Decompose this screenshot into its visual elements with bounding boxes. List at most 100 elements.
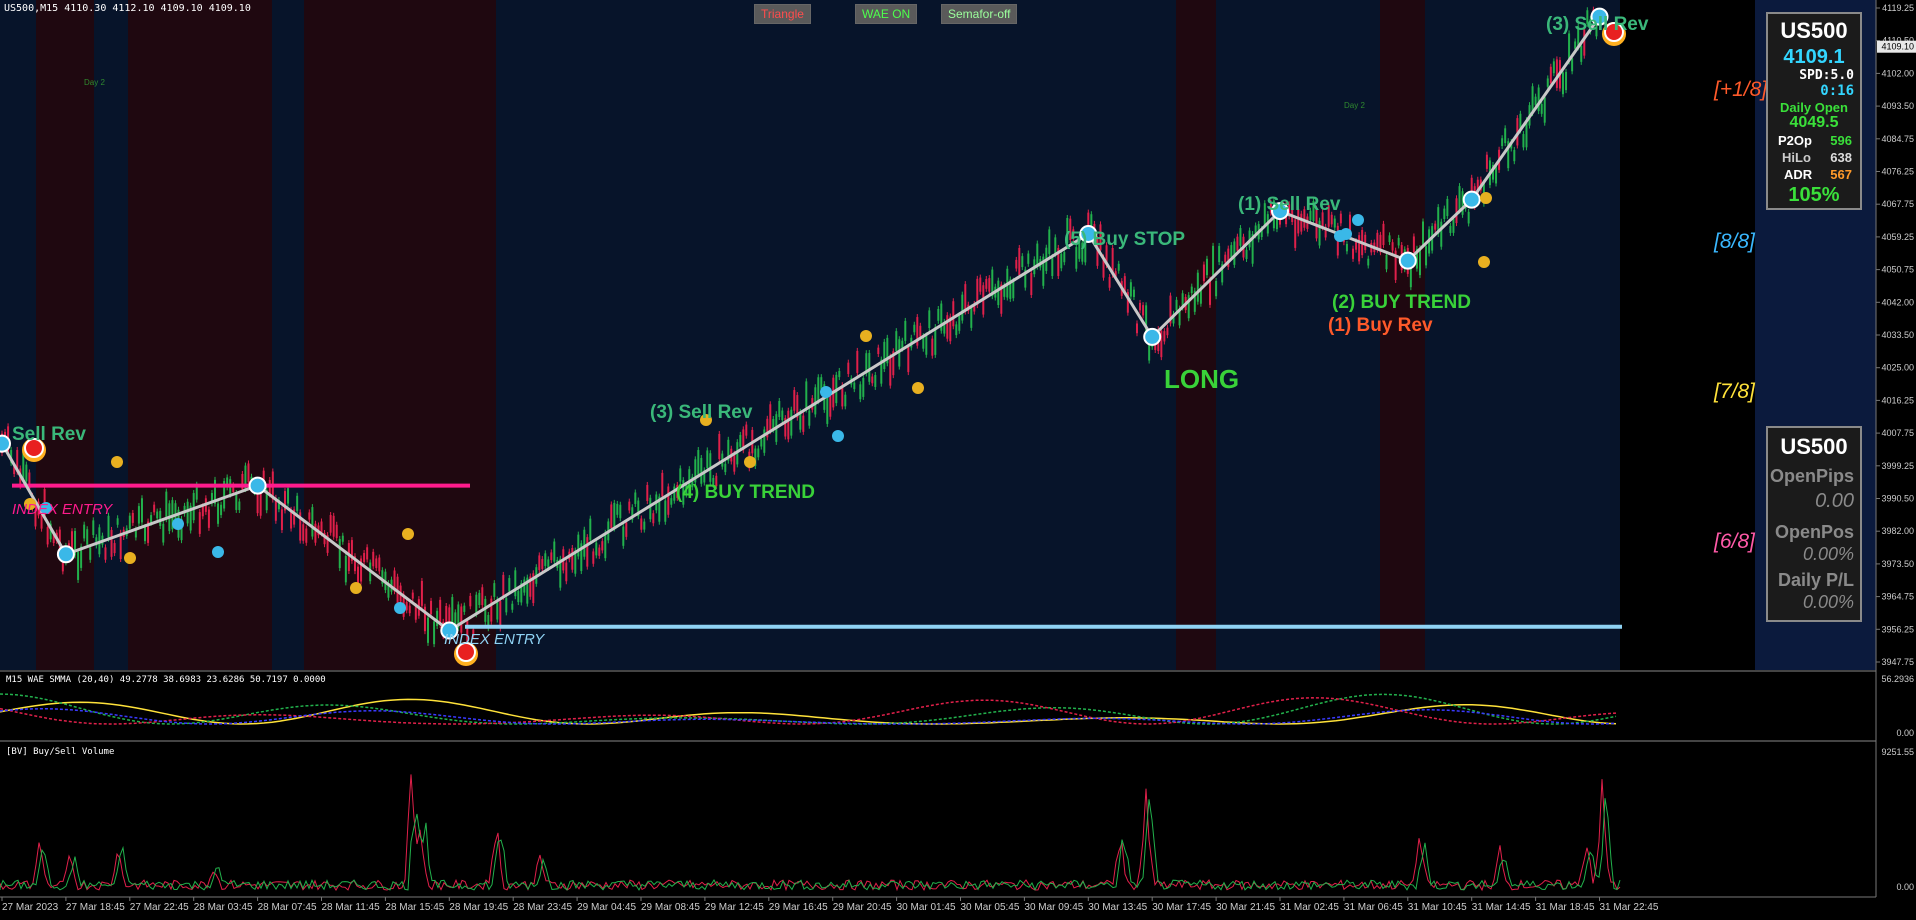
candle-body xyxy=(329,514,332,533)
candle-body xyxy=(988,278,991,292)
candle-body xyxy=(378,557,381,572)
semafor-dot xyxy=(212,546,224,558)
candle-body xyxy=(314,523,317,543)
semafor-dot xyxy=(124,552,136,564)
candle-body xyxy=(1385,254,1388,270)
candle-body xyxy=(454,612,457,625)
candle-body xyxy=(895,331,898,352)
candle-body xyxy=(1048,229,1051,254)
time-tick-label: 30 Mar 17:45 xyxy=(1152,902,1211,913)
panel-adr-value: 567 xyxy=(1830,167,1852,182)
candle-body xyxy=(1504,128,1507,144)
candle-body xyxy=(1434,223,1437,230)
candle-body xyxy=(1027,253,1030,264)
candle-body xyxy=(1075,247,1078,269)
candle-body xyxy=(1218,246,1221,263)
session-band xyxy=(94,0,128,670)
wae-header: M15 WAE SMMA (20,40) 49.2778 38.6983 23.… xyxy=(6,675,326,685)
candle-body xyxy=(934,327,937,355)
time-tick-label: 28 Mar 19:45 xyxy=(449,902,508,913)
candle-body xyxy=(1418,248,1421,276)
candle-body xyxy=(889,356,892,386)
candle-body xyxy=(363,553,366,562)
candle-body xyxy=(919,325,922,337)
candle-body xyxy=(113,543,116,554)
price-tick-label: 3973.50 xyxy=(1881,559,1914,569)
wae-button[interactable]: WAE ON xyxy=(855,4,918,24)
session-band xyxy=(496,0,1176,670)
semafor-dot xyxy=(820,386,832,398)
price-tick-label: 4007.75 xyxy=(1881,428,1914,438)
candle-body xyxy=(592,551,595,564)
semafor-button[interactable]: Semafor-off xyxy=(941,4,1018,24)
open-pips-label: OpenPips xyxy=(1769,466,1854,486)
candle-body xyxy=(107,515,110,539)
session-band xyxy=(1176,0,1216,670)
candle-body xyxy=(628,501,631,511)
candle-body xyxy=(1209,279,1212,305)
triangle-button[interactable]: Triangle xyxy=(754,4,811,24)
candle-body xyxy=(1163,331,1166,342)
murrey-label: [8/8] xyxy=(1713,230,1756,253)
candle-body xyxy=(1461,191,1464,215)
candle-body xyxy=(499,601,502,629)
price-tick-label: 3947.75 xyxy=(1881,657,1914,667)
semafor-dot xyxy=(1480,192,1492,204)
panel-hilo-value: 638 xyxy=(1830,150,1852,165)
volume-axis-bottom: 0.00 xyxy=(1896,882,1914,892)
price-tick-label: 4033.50 xyxy=(1881,330,1914,340)
candle-body xyxy=(925,335,928,355)
candle-body xyxy=(1446,198,1449,217)
time-tick-label: 30 Mar 01:45 xyxy=(897,902,956,913)
wae-bull-line xyxy=(0,693,1617,725)
price-tick-label: 3956.25 xyxy=(1881,624,1914,634)
price-tick-label: 3999.25 xyxy=(1881,461,1914,471)
candle-body xyxy=(287,488,290,504)
candle-body xyxy=(137,506,140,524)
price-tick-label: 4076.25 xyxy=(1881,167,1914,177)
candle-body xyxy=(862,378,865,397)
label-buy-rev-1: (1) Buy Rev xyxy=(1328,315,1433,336)
candle-body xyxy=(128,515,131,529)
candle-body xyxy=(1212,245,1215,276)
candle-body xyxy=(1339,213,1342,224)
candle-body xyxy=(511,603,514,610)
candle-body xyxy=(481,587,484,606)
candle-body xyxy=(408,605,411,614)
candle-body xyxy=(517,591,520,603)
label-sell-rev-left: Sell Rev xyxy=(12,424,86,445)
price-tick-label: 4050.75 xyxy=(1881,265,1914,275)
candle-body xyxy=(1021,256,1024,268)
candle-body xyxy=(577,534,580,557)
time-tick-label: 31 Mar 10:45 xyxy=(1408,902,1467,913)
time-tick-label: 30 Mar 09:45 xyxy=(1024,902,1083,913)
candle-body xyxy=(646,484,649,502)
session-band xyxy=(304,0,496,670)
panel-daily-open-label: Daily Open xyxy=(1780,100,1848,115)
candle-body xyxy=(1455,198,1458,224)
candle-body xyxy=(235,492,238,510)
candle-body xyxy=(661,472,664,497)
candle-body xyxy=(1117,263,1120,271)
candle-body xyxy=(874,375,877,387)
candle-body xyxy=(550,552,553,561)
candle-body xyxy=(217,503,220,524)
main-chart[interactable]: Sell Rev INDEX ENTRY INDEX ENTRY (3) Sell R… xyxy=(0,0,1916,915)
candle-body xyxy=(826,397,829,424)
candle-body xyxy=(787,410,790,440)
candle-body xyxy=(1574,41,1577,49)
candle-body xyxy=(86,529,89,545)
price-tick-label: 4025.00 xyxy=(1881,363,1914,373)
zigzag-point xyxy=(248,476,267,495)
candle-body xyxy=(1358,235,1361,262)
candle-body xyxy=(1300,213,1303,232)
label-buy-trend-4: (4) BUY TREND xyxy=(676,482,815,503)
time-tick-label: 28 Mar 23:45 xyxy=(513,902,572,913)
candle-body xyxy=(433,621,436,645)
volume-buy-line xyxy=(0,798,1621,891)
candle-body xyxy=(757,448,760,458)
time-tick-label: 31 Mar 06:45 xyxy=(1344,902,1403,913)
candle-body xyxy=(1239,228,1242,246)
price-tick-label: 4016.25 xyxy=(1881,395,1914,405)
session-band xyxy=(272,0,304,670)
